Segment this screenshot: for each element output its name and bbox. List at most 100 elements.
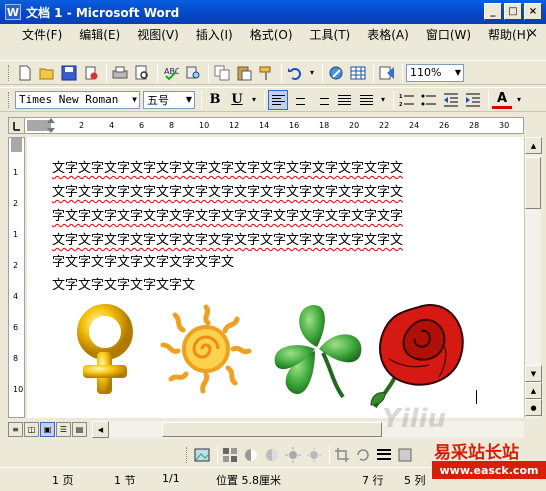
print-preview-icon[interactable] xyxy=(132,63,152,83)
menu-edit[interactable]: 编辑(E) xyxy=(79,26,120,43)
toolbar-grip[interactable] xyxy=(8,91,11,108)
more-brightness-icon[interactable] xyxy=(284,446,302,464)
clover-icon[interactable] xyxy=(265,297,369,401)
sun-icon[interactable] xyxy=(157,299,255,397)
restore-button[interactable]: □ xyxy=(504,3,522,20)
menu-format[interactable]: 格式(O) xyxy=(250,26,293,43)
line-spacing-button[interactable] xyxy=(356,90,376,110)
paste-icon[interactable] xyxy=(234,63,254,83)
ruler-number: 4 xyxy=(13,292,19,301)
hyperlink-icon[interactable] xyxy=(326,63,346,83)
scroll-left-button[interactable]: ◀ xyxy=(92,421,109,438)
web-layout-button[interactable]: ◫ xyxy=(24,422,39,437)
font-color-button[interactable]: A xyxy=(492,91,512,109)
browse-object-button[interactable]: ● xyxy=(525,399,542,416)
compress-pictures-icon[interactable] xyxy=(396,446,414,464)
line-style-icon[interactable] xyxy=(375,446,393,464)
align-center-button[interactable] xyxy=(290,90,310,110)
menu-file[interactable]: 文件(F) xyxy=(22,26,62,43)
justify-button[interactable] xyxy=(334,90,354,110)
increase-indent-button[interactable] xyxy=(463,90,483,110)
undo-dropdown-icon[interactable]: ▾ xyxy=(307,63,317,83)
scroll-down-button[interactable]: ▼ xyxy=(525,365,542,382)
watermark-logo-text: 易采站长站 xyxy=(434,443,519,463)
align-right-button[interactable] xyxy=(312,90,332,110)
toolbar-grip[interactable] xyxy=(186,446,189,463)
text-line: 字文字文字文字文字文字文字文字文字文字文字文字文字文字 xyxy=(52,209,404,224)
ruler-number: 24 xyxy=(409,121,420,130)
document-map-icon[interactable] xyxy=(377,63,397,83)
new-doc-icon[interactable] xyxy=(15,63,35,83)
vertical-ruler[interactable]: 1 2 1 2 4 6 8 10 xyxy=(8,137,25,418)
menu-view[interactable]: 视图(V) xyxy=(137,26,179,43)
underline-dropdown-icon[interactable]: ▾ xyxy=(249,90,259,110)
document-page[interactable]: 文字文字文字文字文字文字文字文字文字文字文字文字文字文 文字文字文字文字文字文 字… xyxy=(27,137,524,418)
horizontal-scroll-thumb[interactable] xyxy=(162,422,382,437)
color-icon[interactable] xyxy=(221,446,239,464)
copy-icon[interactable] xyxy=(212,63,232,83)
menu-insert[interactable]: 插入(I) xyxy=(196,26,233,43)
less-contrast-icon[interactable] xyxy=(263,446,281,464)
text-line: 文字文字文字文字文字文 xyxy=(52,278,196,293)
ruler-number: 2 xyxy=(79,121,85,130)
undo-icon[interactable] xyxy=(285,63,305,83)
bold-button[interactable]: B xyxy=(205,90,225,110)
font-size-combo[interactable]: 五号 ▼ xyxy=(143,90,195,109)
horizontal-ruler[interactable]: 2 4 6 8 10 12 14 16 18 20 22 24 26 28 30 xyxy=(8,117,524,134)
decrease-indent-button[interactable] xyxy=(441,90,461,110)
print-layout-button[interactable]: ▣ xyxy=(40,422,55,437)
ruler-number: 8 xyxy=(13,354,19,363)
svg-text:ABC: ABC xyxy=(164,67,179,76)
less-brightness-icon[interactable] xyxy=(305,446,323,464)
rose-icon[interactable] xyxy=(369,297,473,409)
horizontal-scrollbar[interactable]: ≡ ◫ ▣ ☰ ▤ ◀ xyxy=(8,421,524,438)
menu-help[interactable]: 帮助(H) xyxy=(488,26,530,43)
spelling-icon[interactable]: ABC xyxy=(161,63,181,83)
minimize-button[interactable]: _ xyxy=(484,3,502,20)
crop-icon[interactable] xyxy=(333,446,351,464)
close-document-button[interactable]: × xyxy=(527,26,538,41)
print-icon[interactable] xyxy=(110,63,130,83)
ruler-number: 2 xyxy=(13,199,19,208)
ruler-number: 8 xyxy=(169,121,175,130)
female-symbol-icon[interactable] xyxy=(61,302,151,402)
tab-selector[interactable] xyxy=(8,117,25,134)
open-folder-icon[interactable] xyxy=(37,63,57,83)
insert-picture-icon[interactable] xyxy=(193,446,211,464)
menu-window[interactable]: 窗口(W) xyxy=(426,26,471,43)
chevron-down-icon: ▼ xyxy=(185,95,192,104)
format-painter-icon[interactable] xyxy=(256,63,276,83)
underline-button[interactable]: U xyxy=(227,90,247,110)
zoom-combo[interactable]: 110% ▼ xyxy=(406,63,464,82)
close-button[interactable]: × xyxy=(524,3,542,20)
line-spacing-dropdown-icon[interactable]: ▾ xyxy=(378,90,388,110)
vertical-scrollbar[interactable]: ▲ ▼ ▲ ● xyxy=(524,137,542,418)
more-contrast-icon[interactable] xyxy=(242,446,260,464)
toolbar-grip[interactable] xyxy=(8,64,11,81)
ruler-number: 1 xyxy=(13,168,19,177)
text-line: 字文字文字文字文字文字文字文 xyxy=(52,255,235,270)
save-icon[interactable] xyxy=(59,63,79,83)
reading-layout-button[interactable]: ▤ xyxy=(72,422,87,437)
previous-page-button[interactable]: ▲ xyxy=(525,382,542,399)
menu-tools[interactable]: 工具(T) xyxy=(310,26,351,43)
font-color-dropdown-icon[interactable]: ▾ xyxy=(514,90,524,110)
table-icon[interactable] xyxy=(348,63,368,83)
vertical-scroll-thumb[interactable] xyxy=(525,157,541,209)
scroll-up-button[interactable]: ▲ xyxy=(525,137,542,154)
align-left-button[interactable] xyxy=(268,89,288,110)
word-app-icon[interactable]: W xyxy=(5,4,21,20)
outline-view-button[interactable]: ☰ xyxy=(56,422,71,437)
horizontal-scroll-track[interactable]: ◀ xyxy=(92,421,524,438)
status-position: 位置 5.8厘米 xyxy=(216,474,281,487)
text-line: 文字文字文字文字文字文字文字文字文字文字文字文字文字文 xyxy=(52,185,404,200)
research-icon[interactable] xyxy=(183,63,203,83)
font-name-combo[interactable]: Times New Roman ▼ xyxy=(15,90,140,109)
menu-table[interactable]: 表格(A) xyxy=(367,26,409,43)
permission-icon[interactable] xyxy=(81,63,101,83)
ruler-number: 10 xyxy=(199,121,210,130)
rotate-icon[interactable] xyxy=(354,446,372,464)
numbering-button[interactable]: 12 xyxy=(397,90,417,110)
normal-view-button[interactable]: ≡ xyxy=(8,422,23,437)
bullets-button[interactable] xyxy=(419,90,439,110)
